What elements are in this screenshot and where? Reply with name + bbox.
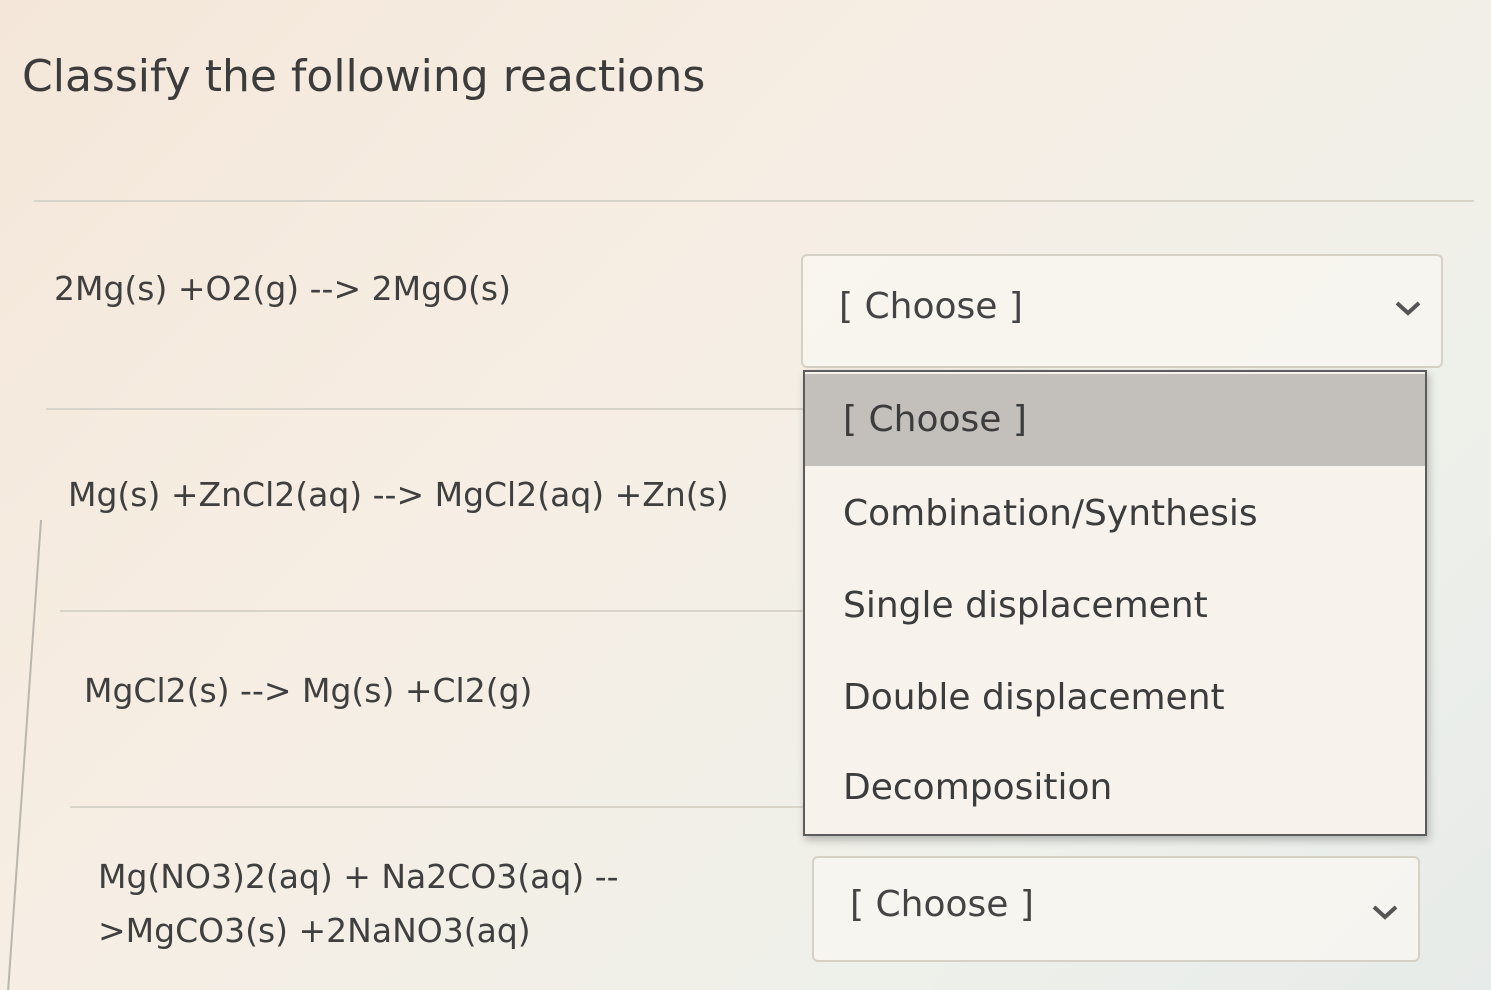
select-value: [ Choose ]	[839, 286, 1023, 327]
dropdown-option-combination-synthesis[interactable]: Combination/Synthesis	[805, 468, 1425, 560]
reaction-4-select[interactable]: [ Choose ]	[812, 856, 1420, 962]
reaction-1-select[interactable]: [ Choose ]	[801, 254, 1443, 368]
page-left-border	[0, 520, 42, 990]
divider	[46, 408, 803, 410]
reaction-type-dropdown-list: [ Choose ] Combination/Synthesis Single …	[803, 370, 1427, 836]
reaction-line: MgCl2(s) --> Mg(s) +Cl2(g)	[84, 671, 533, 710]
chevron-down-icon	[1370, 902, 1400, 926]
reaction-line: Mg(s) +ZnCl2(aq) --> MgCl2(aq) +Zn(s)	[68, 475, 729, 514]
chevron-down-icon	[1393, 298, 1423, 322]
divider	[70, 806, 810, 808]
reaction-line: 2Mg(s) +O2(g) --> 2MgO(s)	[54, 269, 511, 308]
dropdown-option-double-displacement[interactable]: Double displacement	[805, 652, 1425, 744]
reaction-line: Mg(NO3)2(aq) + Na2CO3(aq) --	[98, 857, 619, 896]
reaction-1-text: 2Mg(s) +O2(g) --> 2MgO(s)	[54, 262, 511, 316]
dropdown-option-choose[interactable]: [ Choose ]	[805, 374, 1425, 466]
page-title: Classify the following reactions	[22, 51, 706, 103]
divider	[60, 610, 805, 612]
dropdown-option-single-displacement[interactable]: Single displacement	[805, 560, 1425, 652]
reaction-line: >MgCO3(s) +2NaNO3(aq)	[98, 911, 531, 950]
reaction-4-text: Mg(NO3)2(aq) + Na2CO3(aq) -- >MgCO3(s) +…	[98, 850, 619, 958]
select-value: [ Choose ]	[850, 884, 1034, 925]
divider	[34, 200, 1474, 202]
reaction-2-text: Mg(s) +ZnCl2(aq) --> MgCl2(aq) +Zn(s)	[68, 468, 729, 522]
reaction-3-text: MgCl2(s) --> Mg(s) +Cl2(g)	[84, 664, 532, 718]
dropdown-option-decomposition[interactable]: Decomposition	[805, 742, 1425, 834]
